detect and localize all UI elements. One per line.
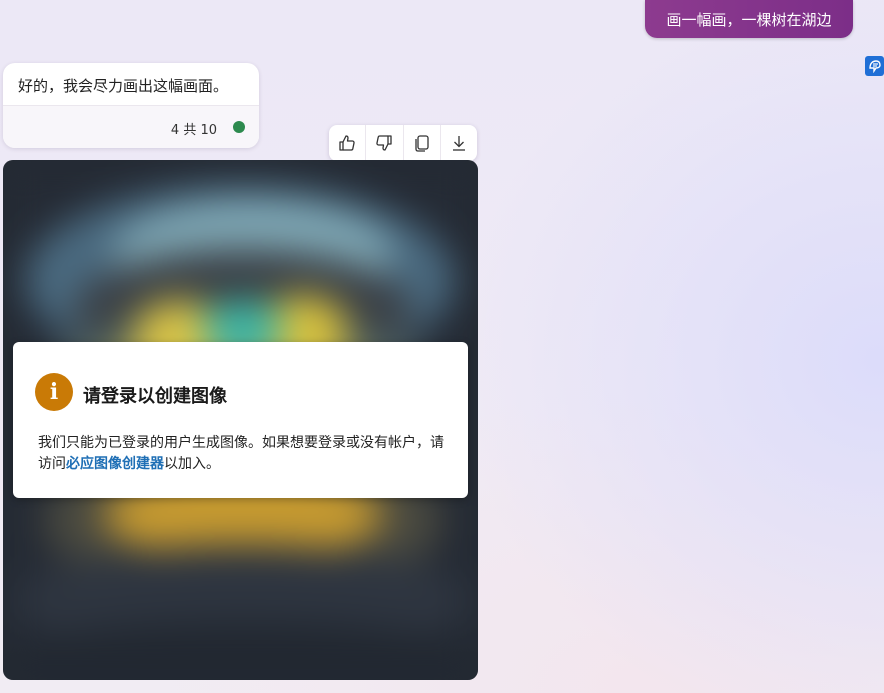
like-button[interactable] — [329, 125, 367, 161]
thumbs-down-icon — [376, 135, 393, 151]
status-dot — [233, 121, 245, 133]
response-counter: 4 共 10 — [170, 123, 217, 138]
thumbs-up-icon — [339, 135, 355, 151]
bot-message-text: 好的，我会尽力画出这幅画面。 — [18, 77, 229, 95]
dialog-body: 我们只能为已登录的用户生成图像。如果想要登录或没有帐户，请访问必应图像创建器以加… — [38, 433, 448, 475]
download-button[interactable] — [441, 125, 477, 161]
user-message-text: 画一幅画，一棵树在湖边 — [666, 10, 832, 29]
login-required-dialog: i 请登录以创建图像 我们只能为已登录的用户生成图像。如果想要登录或没有帐户，请… — [13, 342, 468, 498]
download-icon — [452, 136, 465, 151]
info-icon: i — [35, 373, 73, 411]
dialog-body-text-end: 以加入。 — [164, 456, 220, 472]
dislike-button[interactable] — [366, 125, 404, 161]
user-message-bubble: 画一幅画，一棵树在湖边 — [645, 0, 853, 38]
message-action-bar — [329, 125, 477, 161]
dialog-title: 请登录以创建图像 — [83, 386, 227, 407]
bot-message-footer — [3, 106, 259, 148]
divider — [3, 105, 259, 106]
translate-extension-icon[interactable] — [865, 56, 884, 76]
copy-button[interactable] — [404, 125, 441, 161]
bot-message-card: 好的，我会尽力画出这幅画面。 4 共 10 — [3, 63, 259, 148]
copy-icon — [414, 135, 429, 152]
bing-image-creator-link[interactable]: 必应图像创建器 — [66, 456, 164, 472]
